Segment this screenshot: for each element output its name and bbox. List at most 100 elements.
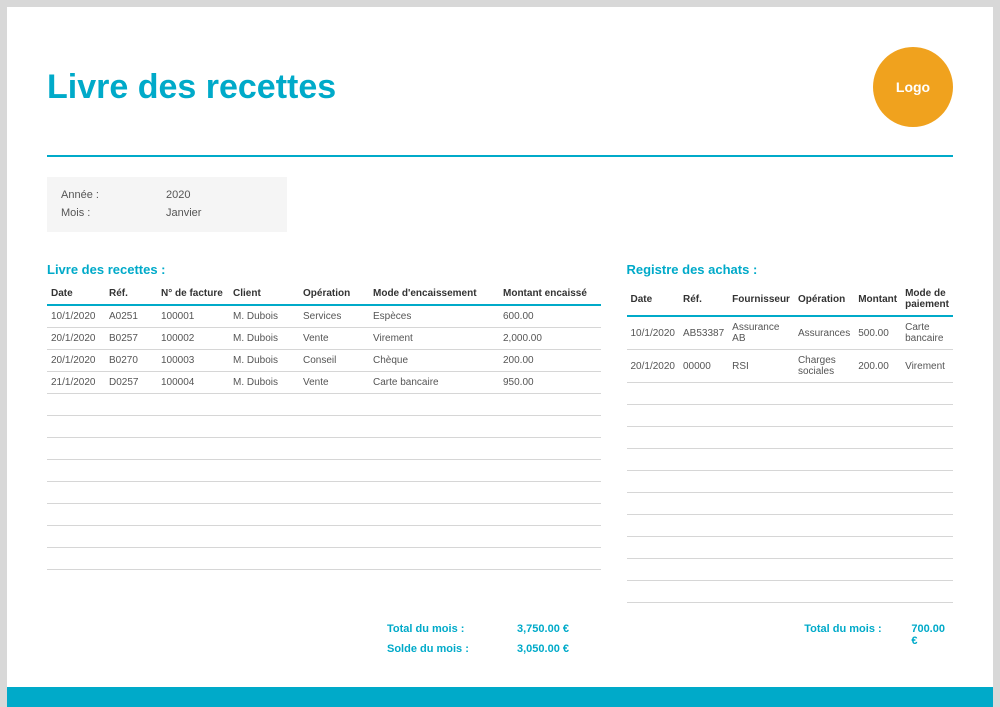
achats-total-line: Total du mois : 700.00 € (619, 623, 953, 647)
document-page: Livre des recettes Logo Année : 2020 Moi… (7, 7, 993, 707)
cell: 20/1/2020 (47, 328, 105, 350)
column-header: Client (229, 283, 299, 305)
recettes-column: Livre des recettes : DateRéf.N° de factu… (47, 262, 601, 603)
logo-circle: Logo (873, 47, 953, 127)
year-label: Année : (61, 187, 166, 205)
column-header: Date (627, 283, 680, 316)
achats-totals: Total du mois : 700.00 € (619, 623, 953, 655)
empty-row (627, 515, 954, 537)
column-header: Opération (299, 283, 369, 305)
cell: D0257 (105, 372, 157, 394)
empty-row (47, 416, 601, 438)
recettes-row: 20/1/2020B0270100003M. DuboisConseilChèq… (47, 350, 601, 372)
achats-row: 20/1/202000000RSICharges sociales200.00V… (627, 350, 954, 383)
empty-row (627, 427, 954, 449)
empty-row (627, 449, 954, 471)
achats-total-value: 700.00 € (911, 623, 953, 647)
column-header: N° de facture (157, 283, 229, 305)
empty-row (47, 438, 601, 460)
column-header: Mode de paiement (901, 283, 953, 316)
year-value: 2020 (166, 187, 190, 205)
cell: 20/1/2020 (47, 350, 105, 372)
cell: RSI (728, 350, 794, 383)
cell: 100001 (157, 305, 229, 328)
month-value: Janvier (166, 205, 201, 223)
cell: Carte bancaire (369, 372, 499, 394)
cell: 200.00 (854, 350, 901, 383)
achats-title: Registre des achats : (627, 262, 954, 277)
columns: Livre des recettes : DateRéf.N° de factu… (47, 262, 953, 603)
column-header: Opération (794, 283, 854, 316)
cell: Carte bancaire (901, 316, 953, 350)
column-header: Réf. (105, 283, 157, 305)
cell: 100003 (157, 350, 229, 372)
cell: Services (299, 305, 369, 328)
recettes-table: DateRéf.N° de factureClientOpérationMode… (47, 283, 601, 570)
period-info-box: Année : 2020 Mois : Janvier (47, 177, 287, 232)
cell: B0257 (105, 328, 157, 350)
achats-row: 10/1/2020AB53387Assurance ABAssurances50… (627, 316, 954, 350)
empty-row (627, 493, 954, 515)
column-header: Date (47, 283, 105, 305)
balance-value: 3,050.00 € (517, 643, 569, 655)
cell: Conseil (299, 350, 369, 372)
cell: M. Dubois (229, 350, 299, 372)
cell: 2,000.00 (499, 328, 601, 350)
cell: M. Dubois (229, 305, 299, 328)
cell: 600.00 (499, 305, 601, 328)
cell: 500.00 (854, 316, 901, 350)
empty-row (627, 537, 954, 559)
cell: Vente (299, 328, 369, 350)
cell: 200.00 (499, 350, 601, 372)
balance-label: Solde du mois : (387, 643, 517, 655)
empty-row (47, 526, 601, 548)
cell: 20/1/2020 (627, 350, 680, 383)
recettes-row: 21/1/2020D0257100004M. DuboisVenteCarte … (47, 372, 601, 394)
recettes-row: 20/1/2020B0257100002M. DuboisVenteVireme… (47, 328, 601, 350)
recettes-totals: Total du mois : 3,750.00 € Solde du mois… (47, 623, 593, 655)
cell: Virement (901, 350, 953, 383)
cell: Assurances (794, 316, 854, 350)
empty-row (627, 405, 954, 427)
recettes-total-value: 3,750.00 € (517, 623, 569, 635)
achats-column: Registre des achats : DateRéf.Fournisseu… (627, 262, 954, 603)
page-title: Livre des recettes (47, 68, 336, 107)
divider (47, 155, 953, 157)
cell: 10/1/2020 (47, 305, 105, 328)
cell: Vente (299, 372, 369, 394)
empty-row (627, 559, 954, 581)
column-header: Réf. (679, 283, 728, 316)
column-header: Montant (854, 283, 901, 316)
logo-text: Logo (896, 79, 930, 95)
column-header: Montant encaissé (499, 283, 601, 305)
cell: M. Dubois (229, 328, 299, 350)
achats-table: DateRéf.FournisseurOpérationMontantMode … (627, 283, 954, 603)
cell: 100004 (157, 372, 229, 394)
cell: AB53387 (679, 316, 728, 350)
cell: 950.00 (499, 372, 601, 394)
recettes-row: 10/1/2020A0251100001M. DuboisServicesEsp… (47, 305, 601, 328)
empty-row (47, 460, 601, 482)
achats-total-label: Total du mois : (804, 623, 911, 647)
cell: Charges sociales (794, 350, 854, 383)
recettes-total-label: Total du mois : (387, 623, 517, 635)
column-header: Mode d'encaissement (369, 283, 499, 305)
empty-row (47, 482, 601, 504)
cell: Assurance AB (728, 316, 794, 350)
cell: A0251 (105, 305, 157, 328)
cell: 10/1/2020 (627, 316, 680, 350)
column-header: Fournisseur (728, 283, 794, 316)
footer-bar (7, 687, 993, 707)
cell: 100002 (157, 328, 229, 350)
empty-row (627, 383, 954, 405)
totals-section: Total du mois : 3,750.00 € Solde du mois… (47, 623, 953, 655)
empty-row (627, 471, 954, 493)
info-row-year: Année : 2020 (61, 187, 273, 205)
cell: 00000 (679, 350, 728, 383)
cell: Chèque (369, 350, 499, 372)
empty-row (47, 548, 601, 570)
recettes-total-line: Total du mois : 3,750.00 € (47, 623, 593, 635)
month-label: Mois : (61, 205, 166, 223)
empty-row (627, 581, 954, 603)
empty-row (47, 394, 601, 416)
